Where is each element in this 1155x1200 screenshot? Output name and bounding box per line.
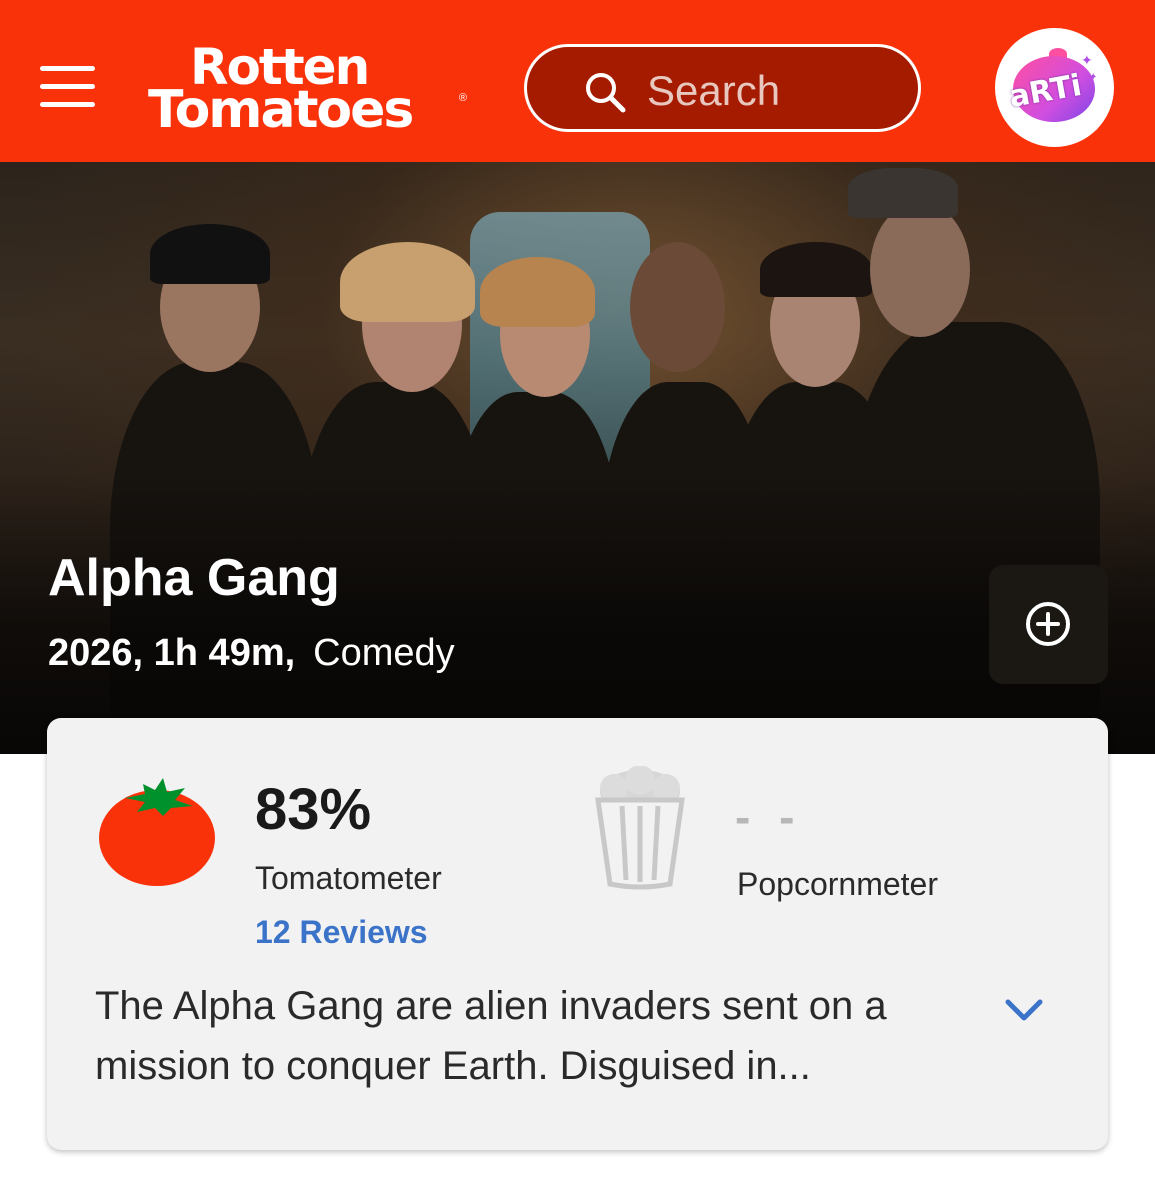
cast-hair [150,224,270,284]
movie-genre[interactable]: Comedy [313,632,455,674]
cast-head [870,202,970,337]
popcornmeter-label: Popcornmeter [737,866,938,902]
search-icon [586,73,626,113]
cast-head [630,242,725,372]
search-bar[interactable]: Search [524,44,921,132]
score-card: 83% Tomatometer 12 Reviews - - Popcornme… [47,718,1108,1150]
cast-hair [480,257,595,327]
tomatometer-score: 83% [255,777,372,842]
cast-cap [848,168,958,218]
reviews-link[interactable]: 12 Reviews [255,914,428,951]
tomatometer-label: Tomatometer [255,860,442,896]
registered-mark: ® [458,92,467,104]
movie-meta: 2026, 1h 49m, Comedy [48,632,455,675]
search-placeholder: Search [647,67,781,114]
movie-title: Alpha Gang [48,549,340,607]
popcorn-bucket-icon [595,766,685,890]
rotten-tomatoes-logo[interactable]: Rotten Tomatoes ® [148,40,473,136]
movie-year-runtime: 2026, 1h 49m, [48,632,296,674]
sparkle-icon: ✦ [1081,52,1093,68]
movie-synopsis: The Alpha Gang are alien invaders sent o… [95,984,887,1088]
cast-hair [760,242,872,297]
plus-circle-icon [1026,602,1070,646]
top-navigation-bar: Rotten Tomatoes ® Search aRTi ✦ ✦ [0,0,1155,162]
chevron-down-icon[interactable] [1002,994,1046,1024]
logo-line-2: Tomatoes [148,80,414,140]
cast-hair [340,242,475,322]
hero-banner-image: Alpha Gang 2026, 1h 49m, Comedy [0,162,1155,754]
sparkle-icon: ✦ [1089,72,1098,83]
popcornmeter-score: - - [735,791,803,843]
add-to-watchlist-button[interactable] [989,565,1108,684]
fresh-tomato-icon [99,778,215,886]
hero-gradient-overlay [0,474,1155,754]
arti-avatar-button[interactable]: aRTi ✦ ✦ [995,28,1114,147]
hamburger-menu-icon[interactable] [40,66,96,110]
